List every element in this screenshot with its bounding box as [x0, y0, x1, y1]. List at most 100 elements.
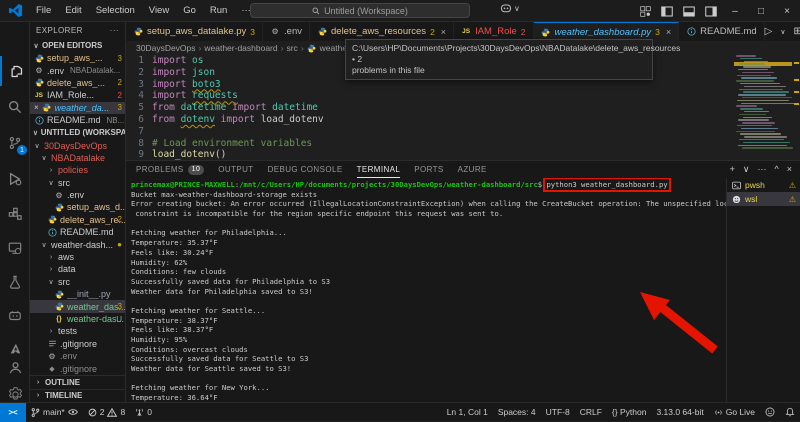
problems-indicator[interactable]: 2 8: [83, 403, 130, 421]
more-actions-icon[interactable]: ···: [758, 164, 767, 175]
workspace-section[interactable]: ∨ UNTITLED (WORKSPACE): [30, 126, 125, 139]
tree-file-weatherdas[interactable]: weather_das...3: [30, 300, 125, 312]
tree-folder-src[interactable]: ∨src: [30, 177, 125, 189]
tree-folder-policies[interactable]: ›policies: [30, 164, 125, 176]
chevron-down-icon: ∨: [47, 179, 55, 187]
tree-folder-NBADatalake[interactable]: ∨NBADatalake: [30, 152, 125, 164]
broadcast-icon: [714, 408, 723, 417]
menu-run[interactable]: Run: [203, 0, 234, 21]
problems-badge: 2: [118, 78, 122, 87]
maximize-panel-icon[interactable]: ^: [775, 164, 779, 175]
feedback-smiley-icon[interactable]: [760, 403, 780, 421]
tree-file-setupawsd[interactable]: setup_aws_d...: [30, 201, 125, 213]
open-editor-item[interactable]: setup_aws_...3: [30, 52, 125, 64]
open-editor-item[interactable]: delete_aws_...2: [30, 77, 125, 89]
tree-folder-30DaysDevOps[interactable]: ∨30DaysDevOps: [30, 139, 125, 151]
tab-close-icon[interactable]: ×: [441, 27, 446, 37]
tree-file-gitignore[interactable]: ◆.gitignore: [30, 362, 125, 374]
indentation[interactable]: Spaces: 4: [493, 403, 541, 421]
terminal-dropdown-icon[interactable]: ∨: [743, 164, 750, 175]
panel-tab-output[interactable]: OUTPUT: [218, 161, 253, 178]
tab-close-icon[interactable]: ×: [666, 27, 671, 37]
tab-env[interactable]: ⚙.env: [263, 22, 310, 41]
menu-go[interactable]: Go: [176, 0, 203, 21]
git-branch-item[interactable]: main*: [26, 403, 83, 421]
activitybar-docker[interactable]: [0, 301, 30, 331]
tree-folder-src[interactable]: ∨src: [30, 276, 125, 288]
tab-setupawsdatalakepy[interactable]: setup_aws_datalake.py3: [126, 22, 263, 41]
terminal-list: pwsh⚠wsl⚠: [726, 178, 800, 402]
remote-indicator[interactable]: ><: [0, 403, 26, 422]
open-editor-item[interactable]: ×weather_da...3: [30, 102, 125, 114]
run-python-icon[interactable]: ▷: [765, 26, 773, 37]
toggle-panel-icon[interactable]: [681, 3, 697, 19]
notifications-bell-icon[interactable]: [780, 403, 800, 421]
menu-edit[interactable]: Edit: [58, 0, 88, 21]
panel-tab-terminal[interactable]: TERMINAL: [357, 161, 401, 178]
copilot-button[interactable]: ∨: [500, 3, 520, 13]
tree-file-weatherdas[interactable]: {}weather-das...U: [30, 313, 125, 325]
menu-selection[interactable]: Selection: [89, 0, 142, 21]
new-terminal-icon[interactable]: +: [730, 164, 735, 175]
close-icon[interactable]: ×: [34, 103, 39, 112]
activitybar-search[interactable]: [0, 92, 30, 122]
toggle-secondary-sidebar-icon[interactable]: [703, 3, 719, 19]
breadcrumb-segment[interactable]: src: [286, 43, 297, 53]
panel-tab-debug-console[interactable]: DEBUG CONSOLE: [268, 161, 343, 178]
split-editor-icon[interactable]: ⊞: [793, 26, 800, 37]
tree-file-initpy[interactable]: __init__.py: [30, 288, 125, 300]
ports-indicator[interactable]: 0: [130, 403, 157, 421]
menu-view[interactable]: View: [142, 0, 176, 21]
restore-button[interactable]: □: [748, 0, 774, 22]
minimap[interactable]: [734, 55, 792, 160]
close-button[interactable]: ×: [774, 0, 800, 22]
timeline-section[interactable]: › TIMELINE: [30, 389, 125, 403]
minimize-button[interactable]: –: [722, 0, 748, 22]
open-editor-item[interactable]: JSIAM_Role...2: [30, 89, 125, 101]
tree-file-READMEmd[interactable]: README.md: [30, 226, 125, 238]
activitybar-testing[interactable]: [0, 267, 30, 297]
tree-file-env[interactable]: ⚙.env: [30, 189, 125, 201]
tab-READMEmd[interactable]: README.md: [679, 22, 764, 41]
activitybar-remote-explorer[interactable]: [0, 233, 30, 263]
activitybar-account[interactable]: [0, 352, 30, 382]
activitybar-source-control[interactable]: 1: [0, 128, 30, 158]
activitybar-run-debug[interactable]: [0, 164, 30, 194]
menu-file[interactable]: File: [29, 0, 58, 21]
terminal-instance-pwsh[interactable]: pwsh⚠: [727, 178, 800, 192]
open-editor-label: weather_da...: [55, 103, 110, 113]
eol[interactable]: CRLF: [575, 403, 607, 421]
close-panel-icon[interactable]: ×: [787, 164, 792, 175]
outline-section[interactable]: › OUTLINE: [30, 375, 125, 389]
encoding[interactable]: UTF-8: [541, 403, 575, 421]
tree-folder-tests[interactable]: ›tests: [30, 325, 125, 337]
toggle-sidebar-icon[interactable]: [659, 3, 675, 19]
panel-tab-ports[interactable]: PORTS: [414, 161, 443, 178]
open-editor-item[interactable]: ⚙.envNBADatalak...: [30, 64, 125, 76]
terminal-instance-wsl[interactable]: wsl⚠: [727, 192, 800, 206]
activitybar-extensions[interactable]: [0, 199, 30, 229]
breadcrumb-segment[interactable]: 30DaysDevOps: [136, 43, 196, 53]
panel-tab-problems[interactable]: PROBLEMS10: [136, 161, 204, 178]
customize-layout-icon[interactable]: [637, 3, 653, 19]
tree-folder-data[interactable]: ›data: [30, 263, 125, 275]
tree-folder-weatherdash[interactable]: ∨weather-dash...●: [30, 238, 125, 250]
breadcrumb-segment[interactable]: weather-dashboard: [204, 43, 277, 53]
tree-folder-aws[interactable]: ›aws: [30, 251, 125, 263]
python-version[interactable]: 3.13.0 64-bit: [651, 403, 708, 421]
language-mode[interactable]: {} Python: [607, 403, 652, 421]
command-center-search[interactable]: Untitled (Workspace): [250, 3, 470, 18]
open-editor-item[interactable]: README.mdNB...: [30, 114, 125, 126]
explorer-more-actions[interactable]: ···: [110, 26, 119, 35]
go-live-button[interactable]: Go Live: [709, 403, 760, 421]
code-line: 7: [126, 126, 800, 138]
cursor-position[interactable]: Ln 1, Col 1: [442, 403, 493, 421]
tree-file-env[interactable]: ⚙.env: [30, 350, 125, 362]
tree-file-deleteawsre[interactable]: delete_aws_re...2: [30, 214, 125, 226]
code-text: # Load environment variables: [152, 138, 312, 150]
tree-file-gitignore[interactable]: .gitignore: [30, 338, 125, 350]
activitybar-explorer[interactable]: [0, 56, 30, 86]
panel-tab-azure[interactable]: AZURE: [458, 161, 487, 178]
open-editors-section[interactable]: ∨ OPEN EDITORS: [30, 39, 125, 52]
run-dropdown-icon[interactable]: ∨: [780, 28, 785, 36]
